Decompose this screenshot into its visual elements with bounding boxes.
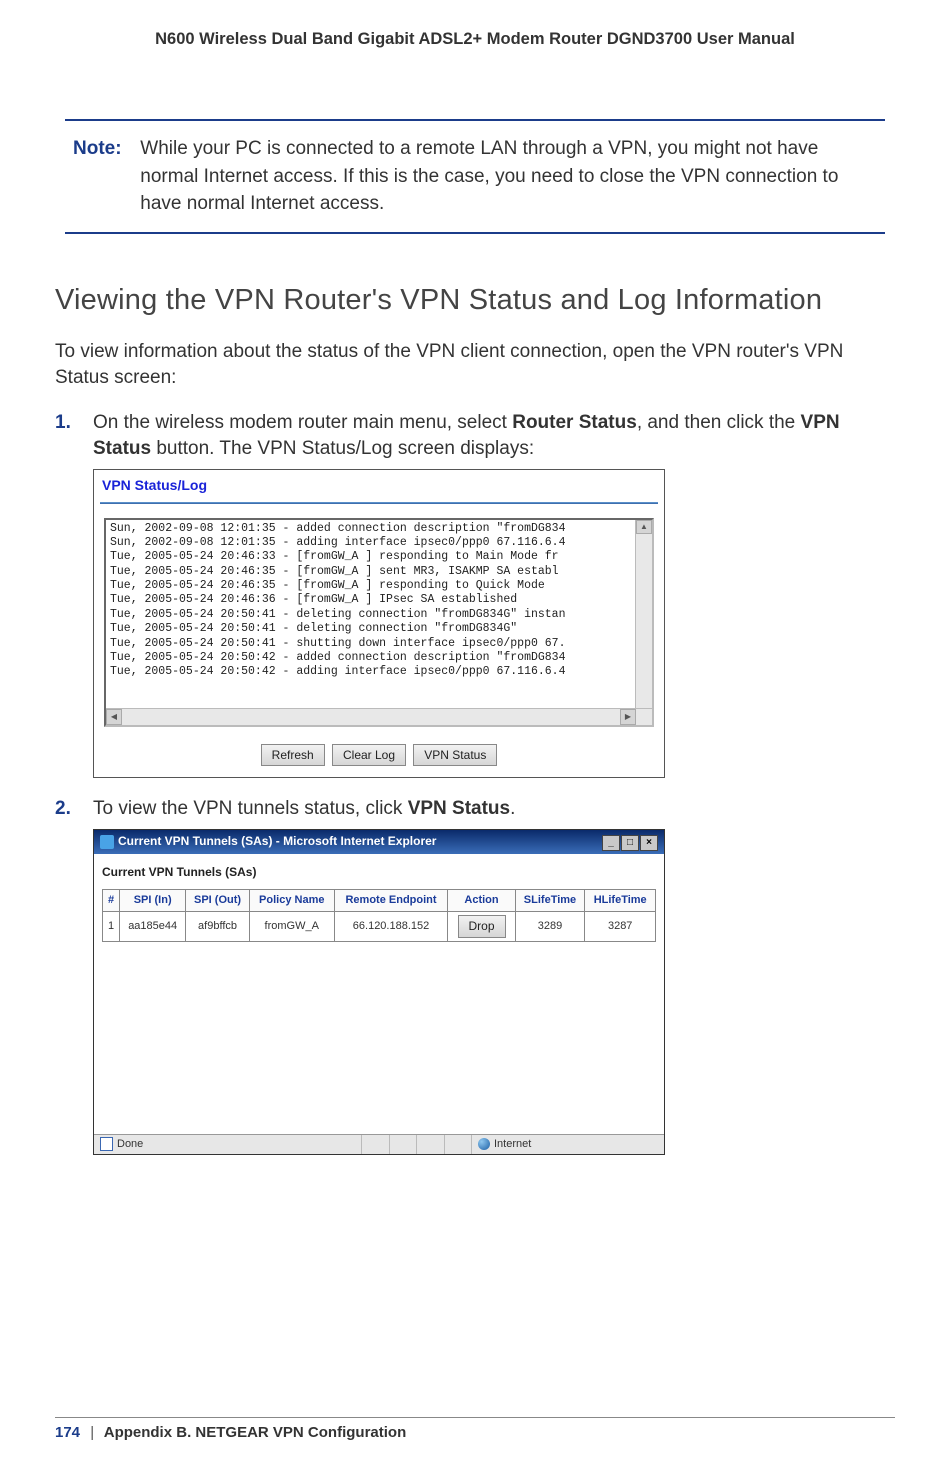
cell-num: 1 [103,911,120,941]
col-hlife: HLifeTime [585,889,656,911]
step-2-part-c: . [510,798,515,819]
page-number: 174 [55,1424,80,1441]
table-row: 1 aa185e44 af9bffcb fromGW_A 66.120.188.… [103,911,656,941]
step-1-text: On the wireless modem router main menu, … [93,412,840,460]
vertical-scrollbar[interactable] [635,520,652,709]
steps-list: On the wireless modem router main menu, … [55,410,895,1155]
note-block: Note: While your PC is connected to a re… [65,119,885,234]
cell-slife: 3289 [515,911,585,941]
note-text: While your PC is connected to a remote L… [140,135,874,218]
page-footer: 174 | Appendix B. NETGEAR VPN Configurat… [55,1417,895,1441]
col-spi-in: SPI (In) [120,889,186,911]
horizontal-scrollbar[interactable] [106,708,652,725]
col-action: Action [448,889,515,911]
fig1-title: VPN Status/Log [94,470,664,502]
step-2-part-a: To view the VPN tunnels status, click [93,798,408,819]
window-titlebar: Current VPN Tunnels (SAs) - Microsoft In… [94,830,664,854]
maximize-button[interactable]: □ [621,835,639,851]
window-title-text: Current VPN Tunnels (SAs) - Microsoft In… [118,833,436,850]
step-1-part-c: , and then click the [637,412,801,433]
section-intro: To view information about the status of … [55,339,895,392]
table-header-row: # SPI (In) SPI (Out) Policy Name Remote … [103,889,656,911]
status-zone: Internet [494,1137,531,1152]
minimize-button[interactable]: _ [602,835,620,851]
section-heading: Viewing the VPN Router's VPN Status and … [55,284,895,317]
cell-spi-in: aa185e44 [120,911,186,941]
close-button[interactable]: × [640,835,658,851]
cell-hlife: 3287 [585,911,656,941]
document-icon [100,1137,113,1151]
refresh-button[interactable]: Refresh [261,744,325,767]
globe-icon [478,1138,490,1150]
col-num: # [103,889,120,911]
log-textarea[interactable]: Sun, 2002-09-08 12:01:35 - added connect… [104,518,654,727]
cell-policy: fromGW_A [249,911,334,941]
footer-appendix: Appendix B. NETGEAR VPN Configuration [104,1424,407,1441]
step-1-part-a: On the wireless modem router main menu, … [93,412,512,433]
cell-spi-out: af9bffcb [186,911,250,941]
running-header: N600 Wireless Dual Band Gigabit ADSL2+ M… [55,30,895,49]
col-slife: SLifeTime [515,889,585,911]
figure-vpn-tunnels-window: Current VPN Tunnels (SAs) - Microsoft In… [93,829,665,1155]
status-bar: Done Internet [94,1134,664,1154]
step-2: To view the VPN tunnels status, click VP… [55,796,895,1155]
figure-vpn-status-log: VPN Status/Log Sun, 2002-09-08 12:01:35 … [93,469,665,778]
cell-remote: 66.120.188.152 [334,911,448,941]
status-done: Done [117,1137,143,1152]
clear-log-button[interactable]: Clear Log [332,744,406,767]
vpn-status-button[interactable]: VPN Status [413,744,497,767]
ie-icon [100,835,114,849]
cell-action: Drop [448,911,515,941]
vpn-tunnels-table: # SPI (In) SPI (Out) Policy Name Remote … [102,889,656,942]
step-1-part-e: button. The VPN Status/Log screen displa… [151,438,534,459]
fig1-button-row: Refresh Clear Log VPN Status [94,735,664,778]
footer-separator: | [90,1424,94,1441]
step-2-text: To view the VPN tunnels status, click VP… [93,798,515,819]
step-1: On the wireless modem router main menu, … [55,410,895,778]
col-policy: Policy Name [249,889,334,911]
step-2-bold-vpn-status: VPN Status [408,798,510,819]
note-label: Note: [73,135,135,163]
window-buttons: _□× [601,833,658,851]
col-spi-out: SPI (Out) [186,889,250,911]
panel-title: Current VPN Tunnels (SAs) [102,864,656,881]
drop-button[interactable]: Drop [458,915,506,938]
log-content: Sun, 2002-09-08 12:01:35 - added connect… [106,520,652,682]
col-remote: Remote Endpoint [334,889,448,911]
step-1-bold-router-status: Router Status [512,412,637,433]
